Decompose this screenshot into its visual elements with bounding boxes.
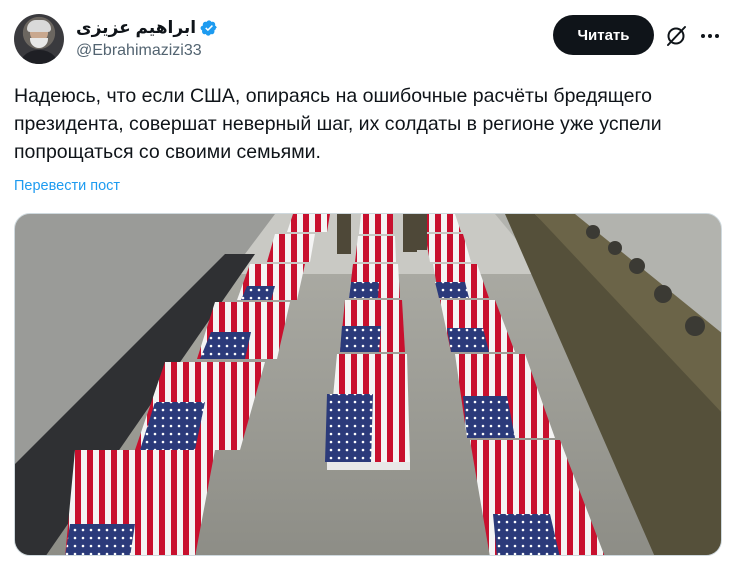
translate-post-link[interactable]: Перевести пост (14, 178, 120, 194)
tweet-text-line: попрощаться со своими семьями. (14, 141, 321, 163)
tweet-text: Надеюсь, что если США, опираясь на ошибо… (14, 82, 722, 166)
grok-icon[interactable] (664, 24, 688, 48)
follow-button[interactable]: Читать (553, 15, 654, 55)
verified-badge-icon (200, 20, 217, 36)
coffins-photo (15, 214, 721, 555)
display-name[interactable]: ابراهیم عزیزی (76, 18, 196, 38)
avatar[interactable] (14, 14, 64, 64)
avatar-suit (18, 50, 60, 64)
avatar-hair (27, 20, 51, 32)
name-row: ابراهیم عزیزی (76, 16, 218, 40)
tweet-text-line: Надеюсь, что если США, опираясь на ошибо… (14, 85, 652, 107)
tweet-text-line: президента, совершат неверный шаг, их со… (14, 113, 662, 135)
more-icon[interactable] (698, 24, 722, 48)
user-handle[interactable]: @Ebrahimazizi33 (76, 42, 202, 60)
more-dots-icon (701, 34, 719, 38)
tweet-header: ابراهیم عزیزی @Ebrahimazizi33 Читать (14, 12, 722, 68)
tweet-media-photo[interactable] (14, 213, 722, 556)
avatar-beard (30, 38, 48, 48)
